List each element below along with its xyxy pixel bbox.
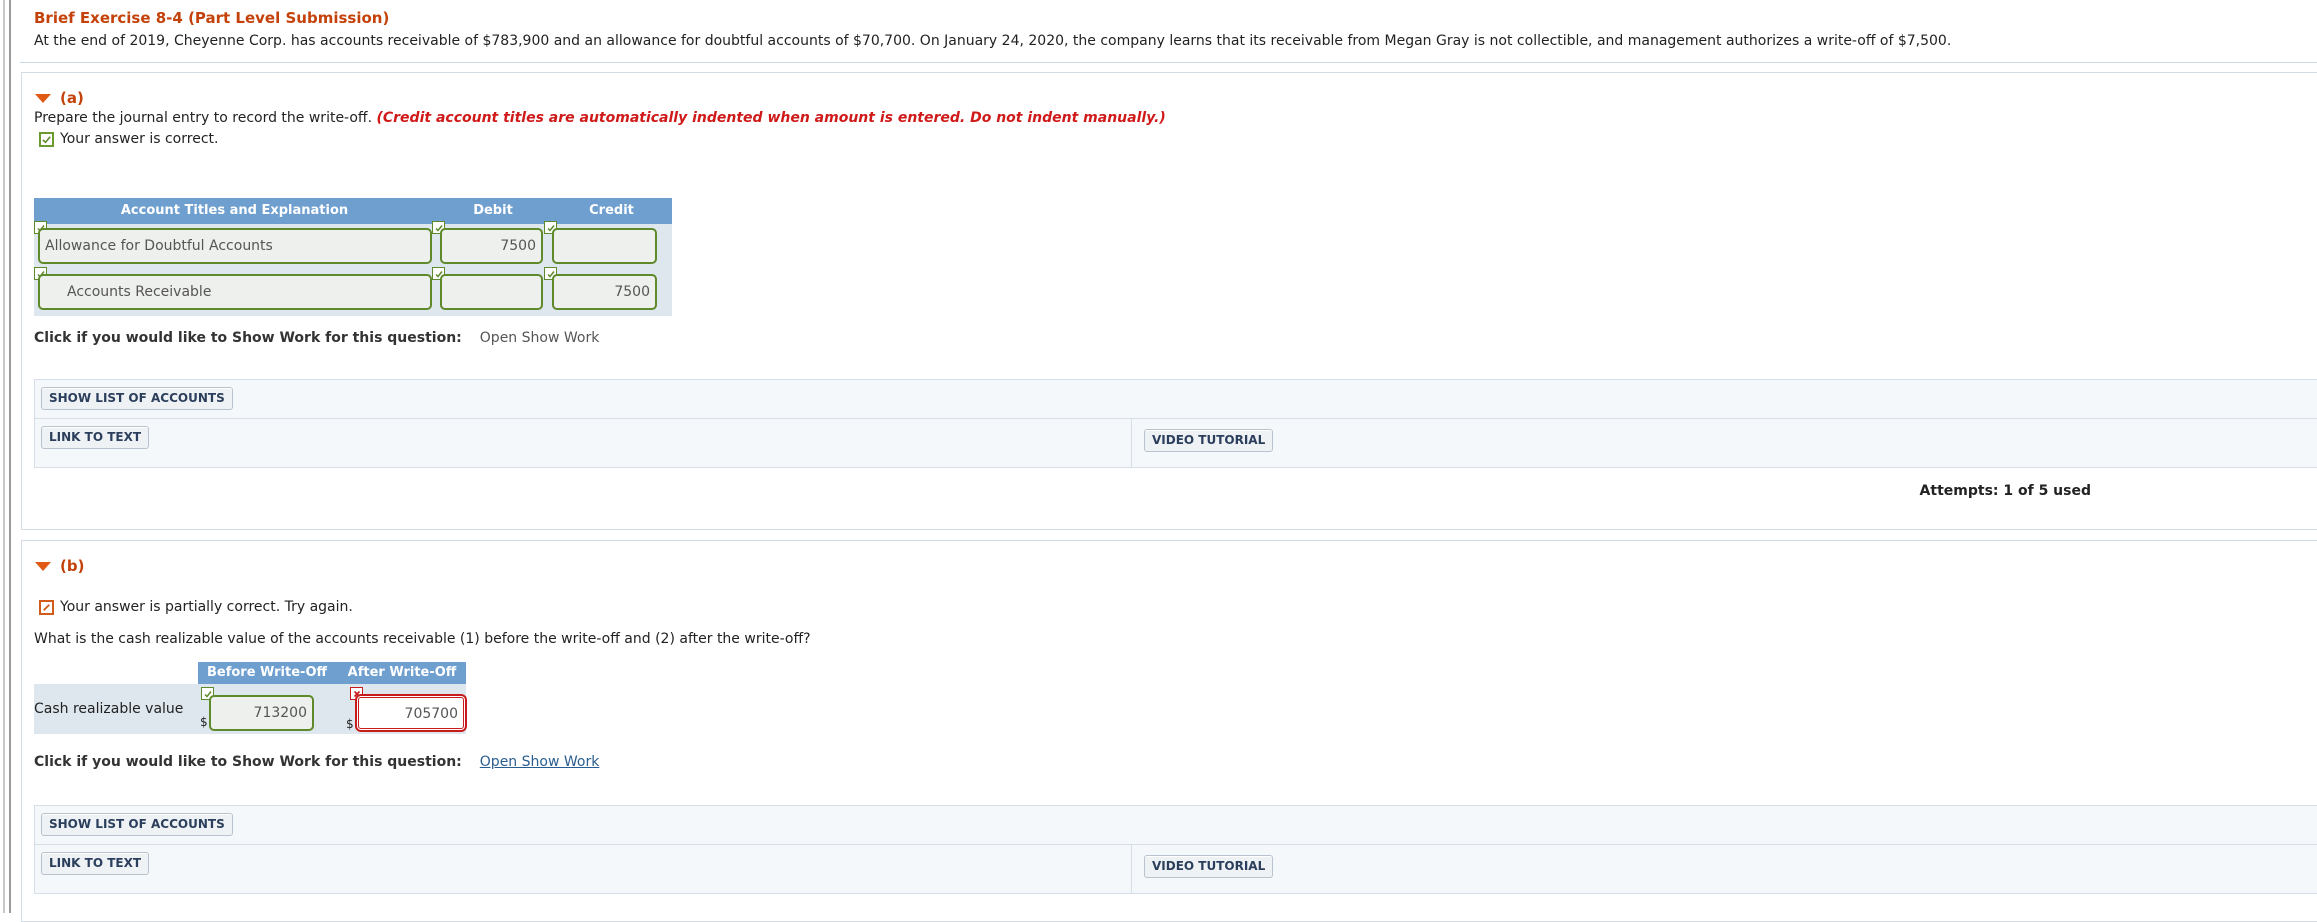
journal-row-1-debit[interactable]: 7500	[440, 228, 543, 264]
part-b-resources-bottom: LINK TO TEXT VIDEO TUTORIAL	[34, 844, 2317, 894]
part-a-note: (Credit account titles are automatically…	[376, 110, 1166, 126]
part-b-label: (b)	[60, 557, 85, 575]
part-b-show-work: Click if you would like to Show Work for…	[34, 754, 599, 770]
correct-check-icon	[39, 131, 54, 147]
journal-row-1-credit[interactable]	[552, 228, 657, 264]
show-list-of-accounts-button[interactable]: SHOW LIST OF ACCOUNTS	[41, 387, 233, 410]
after-write-off-input[interactable]: 705700	[356, 695, 466, 731]
show-work-label: Click if you would like to Show Work for…	[34, 754, 462, 770]
resources-divider	[1131, 419, 1132, 467]
part-a-show-work: Click if you would like to Show Work for…	[34, 330, 599, 346]
exercise-title: Brief Exercise 8-4 (Part Level Submissio…	[34, 9, 390, 27]
collapse-triangle-icon[interactable]	[35, 93, 51, 103]
show-list-of-accounts-button[interactable]: SHOW LIST OF ACCOUNTS	[41, 813, 233, 836]
show-work-label: Click if you would like to Show Work for…	[34, 330, 462, 346]
link-to-text-button[interactable]: LINK TO TEXT	[41, 426, 150, 449]
part-a-prompt-text: Prepare the journal entry to record the …	[34, 110, 373, 126]
journal-table-header: Account Titles and Explanation Debit Cre…	[34, 198, 672, 224]
part-a-resources-bottom: LINK TO TEXT VIDEO TUTORIAL	[34, 418, 2317, 468]
part-b-resources-top: SHOW LIST OF ACCOUNTS	[34, 805, 2317, 845]
part-a-section: (a) Your answer is correct. Prepare the …	[21, 72, 2317, 530]
currency-symbol-after: $	[346, 717, 354, 731]
exercise-description: At the end of 2019, Cheyenne Corp. has a…	[34, 33, 1952, 49]
currency-symbol-before: $	[200, 715, 208, 729]
collapse-triangle-icon[interactable]	[35, 561, 51, 571]
partial-correct-icon	[39, 599, 54, 615]
part-a-label: (a)	[60, 89, 84, 107]
header-debit: Debit	[473, 203, 513, 218]
journal-row-2-account[interactable]: Accounts Receivable	[38, 274, 432, 310]
open-show-work-link[interactable]: Open Show Work	[480, 330, 600, 346]
link-to-text-button[interactable]: LINK TO TEXT	[41, 852, 150, 875]
resources-divider	[1131, 845, 1132, 893]
header-after-write-off: After Write-Off	[347, 665, 457, 680]
part-a-status: Your answer is correct.	[39, 131, 218, 147]
part-a-resources-top: SHOW LIST OF ACCOUNTS	[34, 379, 2317, 419]
exercise-header: Brief Exercise 8-4 (Part Level Submissio…	[20, 0, 2317, 63]
open-show-work-link[interactable]: Open Show Work	[480, 754, 600, 770]
header-account-titles: Account Titles and Explanation	[120, 203, 349, 218]
attempts-counter: Attempts: 1 of 5 used	[1919, 483, 2091, 499]
part-b-section: (b) Your answer is partially correct. Tr…	[21, 540, 2317, 922]
before-write-off-input[interactable]: 713200	[209, 695, 314, 731]
header-before-write-off: Before Write-Off	[206, 665, 328, 680]
part-b-toggle[interactable]: (b)	[35, 557, 84, 575]
crv-row-label: Cash realizable value	[34, 701, 184, 717]
part-b-status: Your answer is partially correct. Try ag…	[39, 599, 353, 615]
part-b-status-text: Your answer is partially correct. Try ag…	[60, 599, 353, 615]
part-a-toggle[interactable]: (a)	[35, 89, 84, 107]
part-a-status-text: Your answer is correct.	[60, 131, 219, 147]
video-tutorial-button[interactable]: VIDEO TUTORIAL	[1144, 429, 1274, 452]
journal-row-2-credit[interactable]: 7500	[552, 274, 657, 310]
page-left-border	[0, 0, 11, 913]
part-a-prompt: Prepare the journal entry to record the …	[34, 110, 1166, 126]
video-tutorial-button[interactable]: VIDEO TUTORIAL	[1144, 855, 1274, 878]
journal-row-2-debit[interactable]	[440, 274, 543, 310]
header-credit: Credit	[589, 203, 634, 218]
part-b-prompt: What is the cash realizable value of the…	[34, 631, 811, 647]
journal-row-1-account[interactable]: Allowance for Doubtful Accounts	[38, 228, 432, 264]
